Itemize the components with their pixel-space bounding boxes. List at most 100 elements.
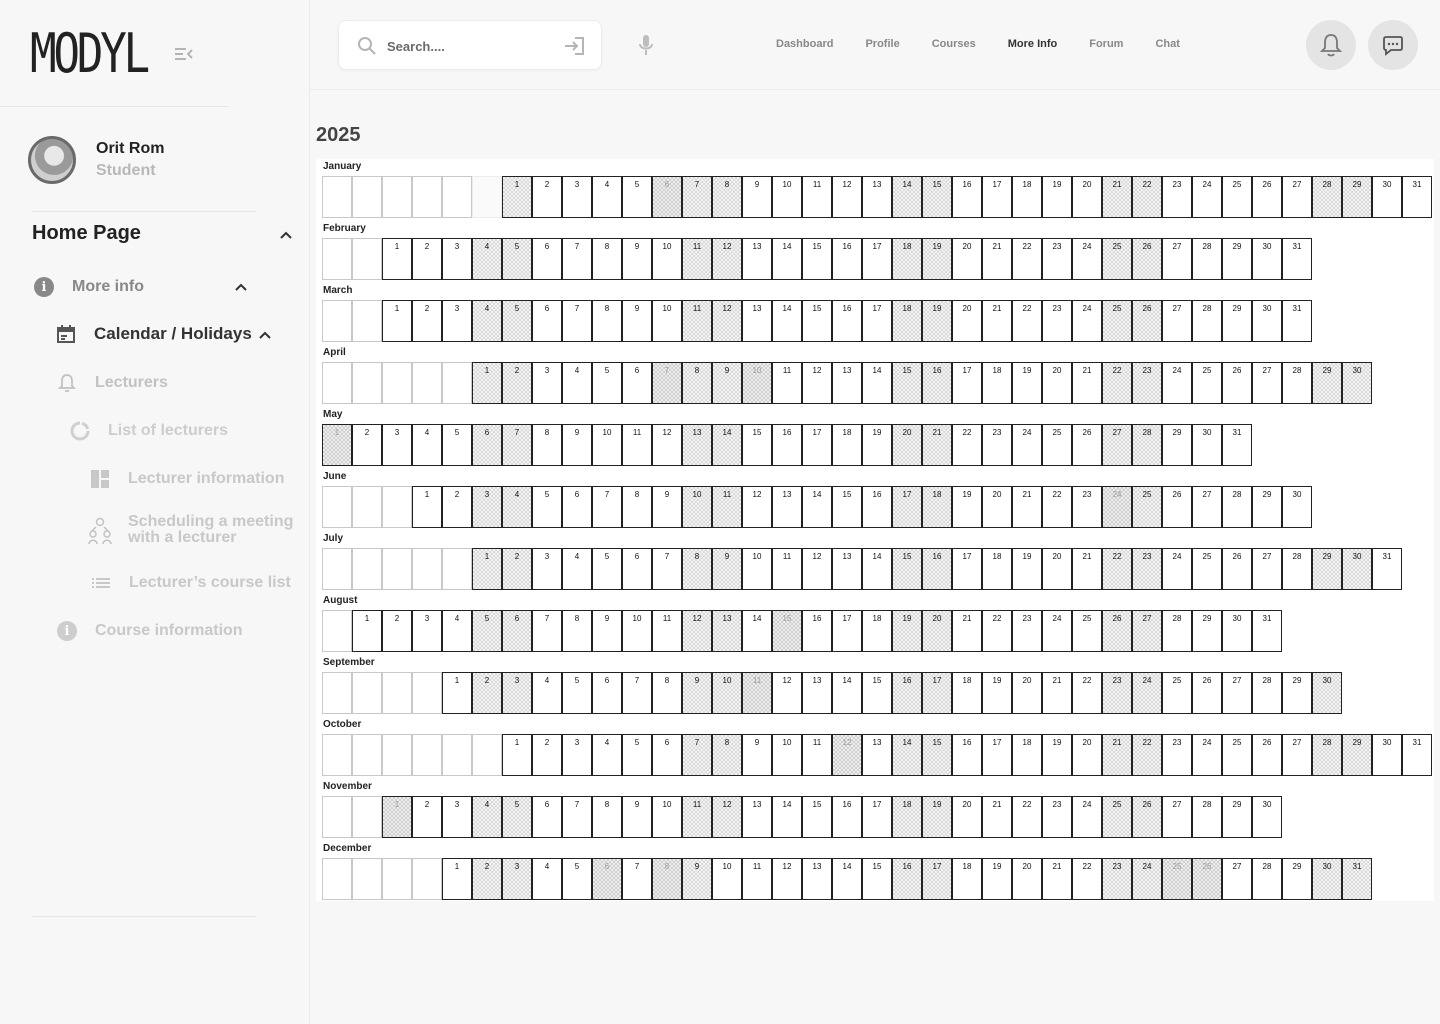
day-cell[interactable]: 11 [742,672,772,714]
day-cell[interactable]: 10 [652,300,682,342]
day-cell[interactable]: 25 [1102,238,1132,280]
day-cell[interactable]: 7 [682,734,712,776]
day-cell[interactable]: 12 [772,858,802,900]
day-cell[interactable]: 21 [1102,734,1132,776]
day-cell[interactable]: 11 [682,238,712,280]
day-cell[interactable]: 6 [592,858,622,900]
day-cell[interactable]: 14 [772,300,802,342]
day-cell[interactable]: 22 [1072,858,1102,900]
day-cell[interactable]: 11 [682,300,712,342]
day-cell[interactable]: 4 [472,796,502,838]
day-cell[interactable]: 5 [562,672,592,714]
day-cell[interactable]: 30 [1372,734,1402,776]
day-cell[interactable]: 26 [1072,424,1102,466]
day-cell[interactable]: 26 [1192,672,1222,714]
day-cell[interactable]: 22 [1042,486,1072,528]
day-cell[interactable]: 24 [1072,796,1102,838]
day-cell[interactable]: 5 [502,300,532,342]
day-cell[interactable]: 21 [1102,176,1132,218]
day-cell[interactable]: 10 [712,672,742,714]
day-cell[interactable]: 4 [532,672,562,714]
day-cell[interactable]: 19 [952,486,982,528]
day-cell[interactable]: 1 [472,548,502,590]
day-cell[interactable]: 19 [1012,548,1042,590]
day-cell[interactable]: 3 [502,672,532,714]
day-cell[interactable]: 23 [1072,486,1102,528]
day-cell[interactable]: 6 [562,486,592,528]
day-cell[interactable]: 5 [622,734,652,776]
day-cell[interactable]: 10 [592,424,622,466]
day-cell[interactable]: 6 [652,176,682,218]
day-cell[interactable]: 30 [1342,548,1372,590]
nav-profile[interactable]: Profile [865,38,899,50]
day-cell[interactable]: 21 [982,238,1012,280]
day-cell[interactable]: 1 [442,672,472,714]
day-cell[interactable]: 29 [1222,300,1252,342]
day-cell[interactable]: 7 [562,796,592,838]
day-cell[interactable]: 9 [622,796,652,838]
day-cell[interactable]: 26 [1132,238,1162,280]
day-cell[interactable]: 6 [592,672,622,714]
day-cell[interactable]: 4 [472,238,502,280]
day-cell[interactable]: 17 [832,610,862,652]
day-cell[interactable]: 9 [742,176,772,218]
day-cell[interactable]: 29 [1222,238,1252,280]
day-cell[interactable]: 3 [502,858,532,900]
day-cell[interactable]: 8 [682,548,712,590]
day-cell[interactable]: 1 [382,796,412,838]
day-cell[interactable]: 18 [952,858,982,900]
day-cell[interactable]: 1 [502,734,532,776]
day-cell[interactable]: 2 [412,238,442,280]
day-cell[interactable]: 13 [802,858,832,900]
day-cell[interactable]: 16 [892,672,922,714]
day-cell[interactable]: 18 [982,548,1012,590]
day-cell[interactable]: 13 [772,486,802,528]
day-cell[interactable]: 11 [652,610,682,652]
day-cell[interactable]: 15 [742,424,772,466]
chevron-up-icon[interactable] [258,330,272,340]
day-cell[interactable]: 12 [682,610,712,652]
day-cell[interactable]: 28 [1132,424,1162,466]
day-cell[interactable]: 3 [532,548,562,590]
day-cell[interactable]: 6 [532,238,562,280]
day-cell[interactable]: 19 [1042,176,1072,218]
microphone-icon[interactable] [638,34,654,56]
day-cell[interactable]: 6 [502,610,532,652]
day-cell[interactable]: 25 [1222,176,1252,218]
day-cell[interactable]: 21 [982,300,1012,342]
day-cell[interactable]: 15 [892,362,922,404]
day-cell[interactable]: 30 [1222,610,1252,652]
day-cell[interactable]: 11 [772,362,802,404]
day-cell[interactable]: 24 [1132,858,1162,900]
day-cell[interactable]: 28 [1162,610,1192,652]
day-cell[interactable]: 26 [1132,300,1162,342]
day-cell[interactable]: 19 [922,300,952,342]
day-cell[interactable]: 21 [1042,858,1072,900]
day-cell[interactable]: 12 [712,238,742,280]
day-cell[interactable]: 23 [1102,672,1132,714]
day-cell[interactable]: 14 [832,672,862,714]
day-cell[interactable]: 2 [532,734,562,776]
day-cell[interactable]: 9 [682,858,712,900]
day-cell[interactable]: 21 [982,796,1012,838]
day-cell[interactable]: 27 [1222,672,1252,714]
day-cell[interactable]: 8 [532,424,562,466]
day-cell[interactable]: 9 [622,238,652,280]
day-cell[interactable]: 1 [382,238,412,280]
day-cell[interactable]: 5 [502,238,532,280]
day-cell[interactable]: 20 [982,486,1012,528]
day-cell[interactable]: 9 [742,734,772,776]
day-cell[interactable]: 3 [472,486,502,528]
day-cell[interactable]: 15 [892,548,922,590]
day-cell[interactable]: 17 [862,300,892,342]
day-cell[interactable]: 18 [922,486,952,528]
nav-lecturers[interactable]: Lecturers [58,373,168,393]
day-cell[interactable]: 1 [382,300,412,342]
collapse-menu-icon[interactable] [174,45,194,63]
day-cell[interactable]: 1 [502,176,532,218]
day-cell[interactable]: 12 [832,734,862,776]
day-cell[interactable]: 9 [622,300,652,342]
day-cell[interactable]: 20 [1012,858,1042,900]
day-cell[interactable]: 27 [1282,734,1312,776]
day-cell[interactable]: 16 [892,858,922,900]
